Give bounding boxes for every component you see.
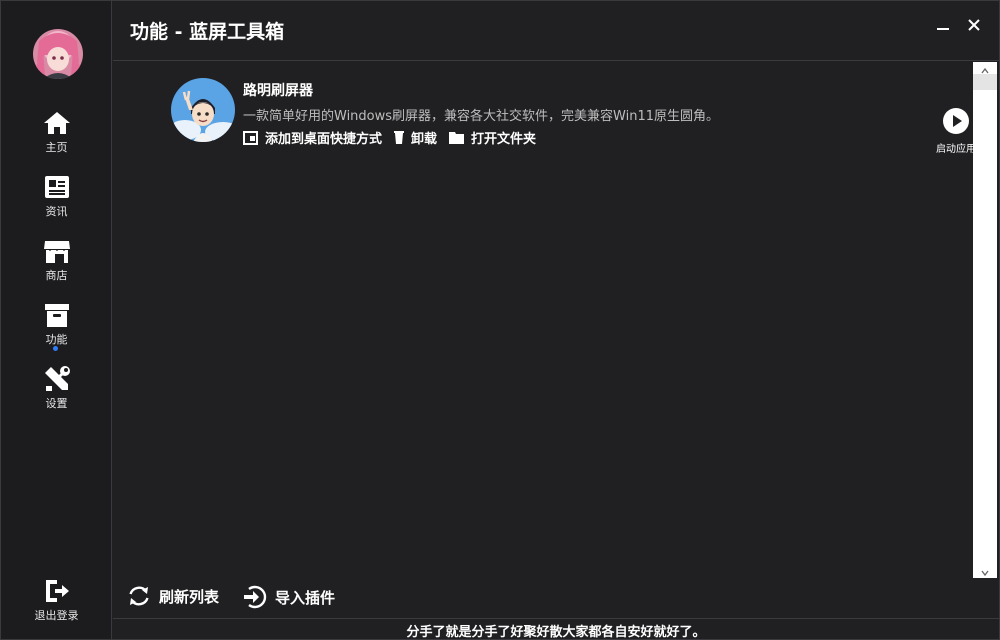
- active-indicator: [53, 346, 58, 351]
- uninstall-label: 卸载: [411, 132, 438, 147]
- list-item: 路明刷屏器 一款简单好用的Windows刷屏器，兼容各大社交软件，完美兼容Win…: [171, 78, 976, 155]
- logout-button[interactable]: 退出登录: [1, 577, 112, 633]
- page-title: 功能 - 蓝屏工具箱: [130, 21, 285, 43]
- close-icon: [968, 19, 980, 31]
- user-avatar[interactable]: [33, 29, 83, 79]
- status-bar: 分手了就是分手了好聚好散大家都各自安好就好了。: [113, 618, 999, 640]
- refresh-list-label: 刷新列表: [159, 587, 220, 606]
- play-icon: [943, 108, 969, 134]
- home-icon: [43, 112, 70, 134]
- sidebar-item-label: 功能: [45, 333, 68, 346]
- folder-icon: [449, 132, 465, 144]
- sidebar: 主页 资讯 商店 功能 设置 退出登录: [1, 1, 112, 639]
- close-button[interactable]: [964, 15, 984, 35]
- sidebar-item-home[interactable]: 主页: [1, 109, 112, 165]
- app-actions: 添加到桌面快捷方式 卸载 打开文件夹: [243, 128, 548, 147]
- scroll-thumb[interactable]: [973, 74, 997, 90]
- app-description: 一款简单好用的Windows刷屏器，兼容各大社交软件，完美兼容Win11原生圆角…: [243, 109, 719, 124]
- scroll-up-button[interactable]: [973, 62, 997, 74]
- news-icon: [44, 176, 69, 198]
- sidebar-item-label: 主页: [45, 141, 68, 154]
- footer-toolbar: 刷新列表 导入插件: [113, 578, 999, 618]
- refresh-list-button[interactable]: 刷新列表: [127, 584, 219, 608]
- sidebar-item-news[interactable]: 资讯: [1, 173, 112, 229]
- sidebar-item-label: 资讯: [45, 205, 68, 218]
- add-shortcut-label: 添加到桌面快捷方式: [265, 132, 383, 147]
- scrollbar[interactable]: [973, 62, 997, 578]
- add-shortcut-button[interactable]: 添加到桌面快捷方式: [243, 128, 382, 147]
- archive-icon: [44, 304, 69, 327]
- import-plugin-label: 导入插件: [275, 588, 336, 607]
- sidebar-item-label: 设置: [45, 397, 68, 410]
- sidebar-item-label: 商店: [45, 269, 68, 282]
- scroll-down-button[interactable]: [973, 564, 997, 577]
- minimize-icon: [937, 28, 949, 30]
- store-icon: [43, 241, 70, 263]
- app-icon: [171, 78, 235, 142]
- import-icon: [244, 585, 267, 609]
- trash-icon: [394, 130, 405, 144]
- app-window: 主页 资讯 商店 功能 设置 退出登录 功能 - 蓝屏工具箱 路明刷屏器 一款简…: [0, 0, 1000, 640]
- plugin-list: 路明刷屏器 一款简单好用的Windows刷屏器，兼容各大社交软件，完美兼容Win…: [113, 62, 976, 578]
- uninstall-button[interactable]: 卸载: [394, 128, 437, 147]
- open-folder-button[interactable]: 打开文件夹: [449, 128, 536, 147]
- import-plugin-button[interactable]: 导入插件: [241, 584, 335, 610]
- title-bar: 功能 - 蓝屏工具箱: [113, 1, 999, 61]
- tools-icon: [44, 366, 70, 391]
- app-name: 路明刷屏器: [243, 83, 313, 99]
- logout-icon: [45, 580, 69, 602]
- open-folder-label: 打开文件夹: [471, 132, 537, 147]
- shortcut-icon: [243, 130, 258, 145]
- sidebar-item-store[interactable]: 商店: [1, 237, 112, 293]
- refresh-icon: [129, 586, 149, 606]
- sidebar-item-settings[interactable]: 设置: [1, 365, 112, 421]
- logout-label: 退出登录: [34, 609, 79, 622]
- scroll-track[interactable]: [973, 62, 997, 578]
- minimize-button[interactable]: [933, 15, 953, 35]
